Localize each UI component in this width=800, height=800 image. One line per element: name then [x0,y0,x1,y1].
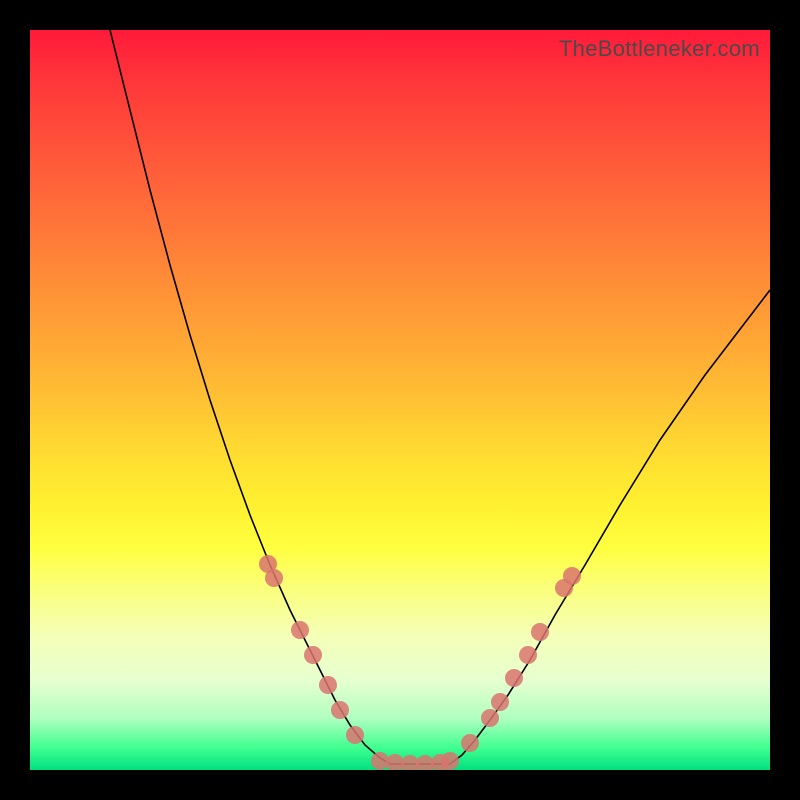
dots-group [259,555,581,770]
curve-group [110,30,770,764]
series-right-curve [450,290,770,764]
data-point [481,709,499,727]
curves-layer [30,30,770,770]
data-point [461,734,479,752]
series-left-curve [110,30,390,764]
data-point [331,701,349,719]
data-point [291,621,309,639]
chart-frame: TheBottleneker.com [0,0,800,800]
data-point [519,646,537,664]
data-point [265,569,283,587]
data-point [531,623,549,641]
data-point [441,752,459,770]
data-point [319,676,337,694]
data-point [346,726,364,744]
data-point [563,567,581,585]
data-point [491,693,509,711]
plot-area: TheBottleneker.com [30,30,770,770]
data-point [304,646,322,664]
data-point [505,669,523,687]
